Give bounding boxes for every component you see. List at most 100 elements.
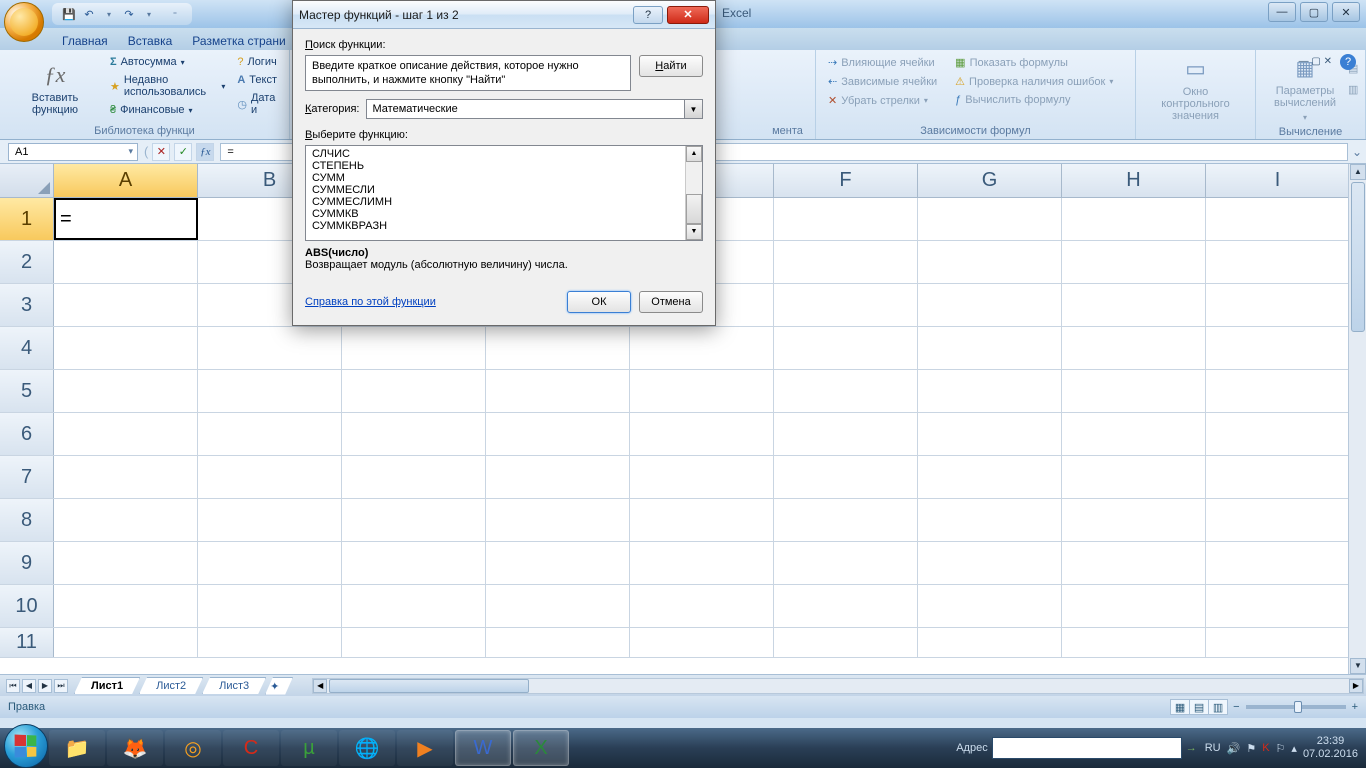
function-help-link[interactable]: Справка по этой функции: [305, 296, 436, 308]
cancel-button[interactable]: Отмена: [639, 291, 703, 313]
date-button[interactable]: ◷Дата и: [233, 90, 281, 118]
tray-network-icon[interactable]: ⚑: [1246, 742, 1256, 755]
cell[interactable]: [1062, 628, 1206, 657]
cell[interactable]: [198, 370, 342, 412]
tab-home[interactable]: Главная: [52, 32, 118, 50]
scroll-left-icon[interactable]: ◀: [313, 679, 327, 693]
col-header[interactable]: I: [1206, 164, 1350, 197]
function-list[interactable]: СЛЧИС СТЕПЕНЬ СУММ СУММЕСЛИ СУММЕСЛИМН С…: [305, 145, 703, 241]
taskbar-ccleaner-icon[interactable]: C: [223, 730, 279, 766]
new-sheet-button[interactable]: ✦: [265, 677, 293, 695]
cell[interactable]: [198, 628, 342, 657]
show-formulas-button[interactable]: ▦Показать формулы: [951, 54, 1117, 71]
list-scroll-thumb[interactable]: [686, 194, 702, 224]
tray-chevron-icon[interactable]: ▴: [1291, 742, 1297, 755]
cell[interactable]: [198, 499, 342, 541]
cell[interactable]: [1206, 284, 1350, 326]
cell[interactable]: [342, 499, 486, 541]
cell[interactable]: [54, 370, 198, 412]
undo-icon[interactable]: ↶: [80, 5, 98, 23]
sheet-tab[interactable]: Лист1: [74, 677, 140, 694]
expand-formula-bar-icon[interactable]: ⌄: [1348, 145, 1366, 159]
normal-view-icon[interactable]: ▦: [1170, 699, 1190, 715]
trace-dependents-button[interactable]: ⇠Зависимые ячейки: [824, 73, 941, 90]
zoom-slider[interactable]: [1246, 705, 1346, 709]
cell[interactable]: =: [54, 198, 198, 240]
list-item[interactable]: СУММЕСЛИ: [310, 184, 681, 196]
minimize-ribbon-icon[interactable]: — ▢ ✕: [1299, 56, 1332, 67]
watch-window-button[interactable]: ▭ Окно контрольного значения: [1144, 54, 1247, 124]
cell[interactable]: [486, 456, 630, 498]
tray-action-icon[interactable]: ⚐: [1276, 742, 1286, 755]
taskbar-excel-icon[interactable]: X: [513, 730, 569, 766]
page-break-icon[interactable]: ▥: [1208, 699, 1228, 715]
sheet-first-icon[interactable]: ⏮: [6, 679, 20, 693]
row-header[interactable]: 1: [0, 198, 54, 240]
list-item[interactable]: СУММКВ: [310, 208, 681, 220]
enter-formula-button[interactable]: ✓: [174, 143, 192, 161]
sheet-prev-icon[interactable]: ◀: [22, 679, 36, 693]
row-header[interactable]: 5: [0, 370, 54, 412]
cancel-formula-button[interactable]: ✕: [152, 143, 170, 161]
cell[interactable]: [918, 198, 1062, 240]
cell[interactable]: [54, 585, 198, 627]
calc-sheet-icon[interactable]: ▥: [1346, 81, 1360, 98]
select-all-corner[interactable]: [0, 164, 54, 197]
name-box[interactable]: A1: [8, 143, 138, 161]
list-scroll-up-icon[interactable]: ▲: [686, 146, 702, 162]
page-layout-icon[interactable]: ▤: [1189, 699, 1209, 715]
sheet-next-icon[interactable]: ▶: [38, 679, 52, 693]
cell[interactable]: [342, 413, 486, 455]
sheet-tab[interactable]: Лист3: [202, 677, 266, 694]
cell[interactable]: [630, 499, 774, 541]
save-icon[interactable]: 💾: [60, 5, 78, 23]
scroll-thumb[interactable]: [1351, 182, 1365, 332]
cell[interactable]: [1062, 585, 1206, 627]
sheet-tab[interactable]: Лист2: [139, 677, 203, 694]
cell[interactable]: [486, 542, 630, 584]
minimize-button[interactable]: —: [1268, 2, 1296, 22]
dialog-help-button[interactable]: ?: [633, 6, 663, 24]
address-go-icon[interactable]: →: [1186, 742, 1197, 754]
cell[interactable]: [1062, 198, 1206, 240]
logical-button[interactable]: ?Логич: [233, 54, 281, 70]
col-header[interactable]: G: [918, 164, 1062, 197]
cell[interactable]: [774, 241, 918, 283]
cell[interactable]: [1206, 198, 1350, 240]
cell[interactable]: [918, 628, 1062, 657]
cell[interactable]: [198, 456, 342, 498]
undo-menu-icon[interactable]: ▾: [100, 5, 118, 23]
cell[interactable]: [1062, 241, 1206, 283]
insert-function-button[interactable]: ƒx Вставить функцию: [8, 54, 102, 123]
cell[interactable]: [486, 499, 630, 541]
error-check-button[interactable]: ⚠Проверка наличия ошибок▾: [951, 73, 1117, 90]
col-header[interactable]: H: [1062, 164, 1206, 197]
address-input[interactable]: [992, 737, 1182, 759]
cell[interactable]: [342, 456, 486, 498]
cell[interactable]: [54, 327, 198, 369]
vertical-scrollbar[interactable]: ▲ ▼: [1348, 164, 1366, 674]
list-scroll-down-icon[interactable]: ▼: [686, 224, 702, 240]
cell[interactable]: [54, 413, 198, 455]
list-item[interactable]: СУММ: [310, 172, 681, 184]
remove-arrows-button[interactable]: ✕Убрать стрелки▾: [824, 92, 941, 109]
row-header[interactable]: 8: [0, 499, 54, 541]
dropdown-icon[interactable]: ▼: [684, 100, 702, 118]
cell[interactable]: [774, 499, 918, 541]
col-header[interactable]: F: [774, 164, 918, 197]
list-item[interactable]: СУММЕСЛИМН: [310, 196, 681, 208]
cell[interactable]: [342, 370, 486, 412]
cell[interactable]: [774, 198, 918, 240]
cell[interactable]: [1062, 284, 1206, 326]
cell[interactable]: [54, 456, 198, 498]
cell[interactable]: [342, 327, 486, 369]
cell[interactable]: [1206, 456, 1350, 498]
cell[interactable]: [342, 628, 486, 657]
cell[interactable]: [918, 456, 1062, 498]
list-scrollbar[interactable]: ▲ ▼: [685, 146, 702, 240]
cell[interactable]: [1206, 413, 1350, 455]
cell[interactable]: [54, 499, 198, 541]
taskbar-aimp-icon[interactable]: ◎: [165, 730, 221, 766]
office-button[interactable]: [4, 2, 44, 42]
cell[interactable]: [918, 499, 1062, 541]
